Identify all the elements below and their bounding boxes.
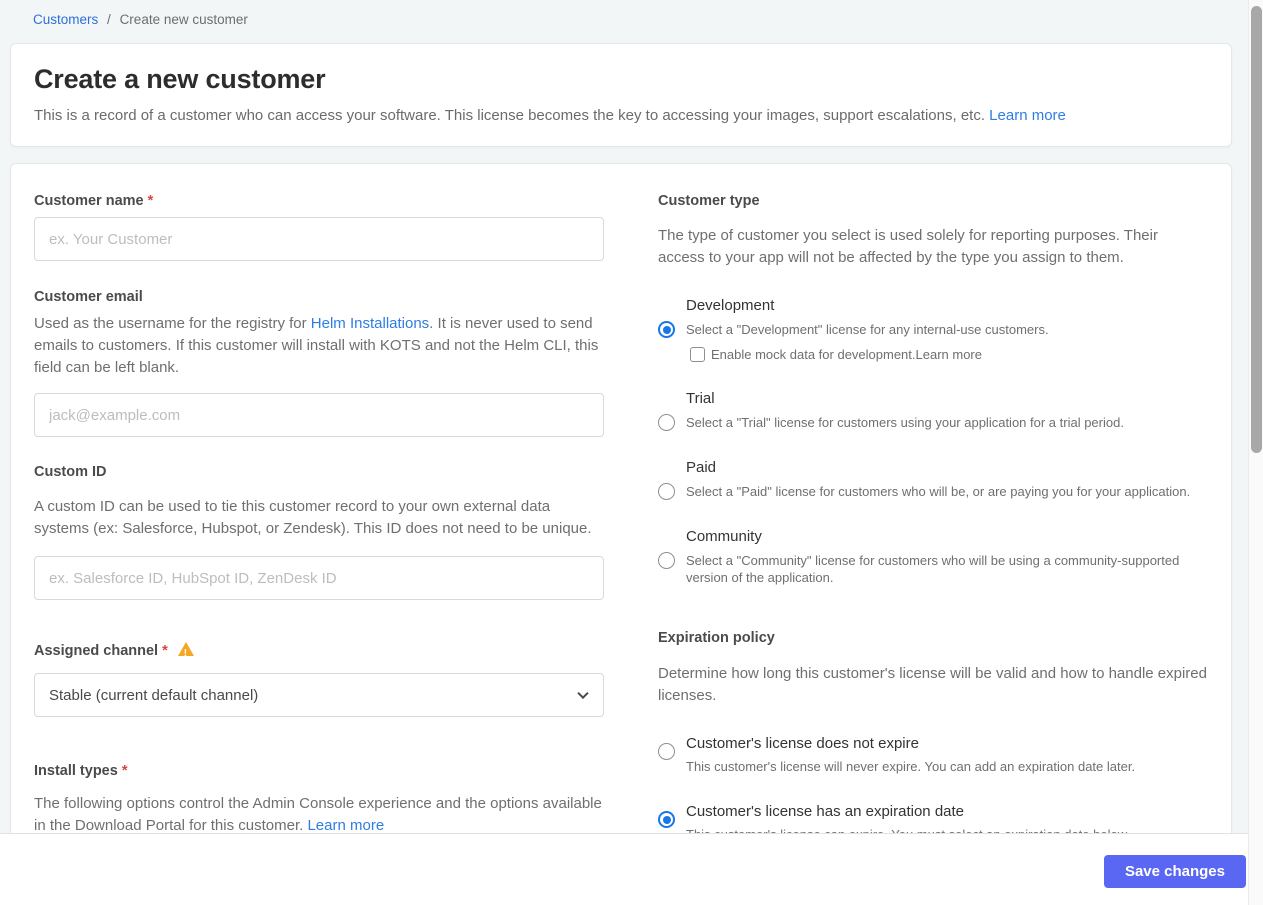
page-title: Create a new customer [34,64,326,94]
paid-radio[interactable] [658,483,675,500]
customer-type-option-paid: Paid Select a "Paid" license for custome… [658,458,1208,500]
assigned-channel-section: Assigned channel* Stable (current defaul… [34,641,604,717]
option-description: Select a "Community" license for custome… [686,553,1180,585]
required-asterisk: * [147,193,154,209]
custom-id-input[interactable] [34,556,604,600]
trial-radio[interactable] [658,414,675,431]
install-types-label-text: Install types [34,763,118,779]
option-title: Paid [686,459,717,476]
custom-id-section: Custom ID A custom ID can be used to tie… [34,462,604,600]
option-description: This customer's license will never expir… [686,759,1136,774]
enable-mock-data-checkbox[interactable] [690,347,705,362]
customer-type-option-trial: Trial Select a "Trial" license for custo… [658,389,1208,431]
customer-email-label: Customer email [34,289,143,305]
customer-type-option-community: Community Select a "Community" license f… [658,527,1208,586]
customer-type-option-development: Development Select a "Development" licen… [658,296,1208,362]
customer-type-label: Customer type [658,193,760,209]
customer-name-label: Customer name * [34,191,604,211]
customer-name-label-text: Customer name [34,193,144,209]
page-header-card: Create a new customer This is a record o… [10,43,1232,147]
page-description-text: This is a record of a customer who can a… [34,107,985,124]
warning-icon [177,642,194,664]
page-description: This is a record of a customer who can a… [34,106,1208,126]
helm-installations-link[interactable]: Helm Installations [311,315,429,332]
custom-id-description: A custom ID can be used to tie this cust… [34,498,592,537]
option-title: Development [686,297,775,314]
community-radio[interactable] [658,552,675,569]
option-title: Community [686,528,762,545]
footer-bar: Save changes [0,833,1263,905]
custom-id-label: Custom ID [34,464,107,480]
assigned-channel-label: Assigned channel * [34,641,604,664]
install-types-section: Install types * The following options con… [34,761,604,837]
mock-data-learn-more-link[interactable]: Learn more [916,347,982,362]
expiration-policy-description: Determine how long this customer's licen… [658,665,1207,704]
customer-type-section: Customer type The type of customer you s… [658,191,1208,586]
scrollbar-thumb[interactable] [1251,6,1262,453]
development-radio[interactable] [658,321,675,338]
mock-data-label: Enable mock data for development. [711,347,916,362]
option-title: Customer's license has an expiration dat… [686,803,965,820]
option-description: Select a "Paid" license for customers wh… [686,484,1191,499]
install-types-label: Install types * [34,761,604,781]
expiration-option-no-expire: Customer's license does not expire This … [658,733,1208,775]
install-types-description: The following options control the Admin … [34,793,604,837]
page-scrollbar-track[interactable] [1248,0,1263,905]
header-learn-more-link[interactable]: Learn more [989,107,1066,124]
customer-name-input[interactable] [34,217,604,261]
option-description: Select a "Trial" license for customers u… [686,415,1124,430]
customer-type-description: The type of customer you select is used … [658,227,1158,266]
option-title: Trial [686,390,715,407]
expiration-policy-label: Expiration policy [658,630,775,646]
option-description: Select a "Development" license for any i… [686,322,1049,337]
required-asterisk: * [121,763,128,779]
breadcrumb-current: Create new customer [119,12,248,27]
mock-data-row: Enable mock data for development. Learn … [690,347,1208,362]
install-types-learn-more-link[interactable]: Learn more [307,817,384,834]
assigned-channel-label-text: Assigned channel [34,643,159,659]
breadcrumb-customers-link[interactable]: Customers [33,12,98,27]
customer-name-section: Customer name * [34,191,604,261]
license-has-expiration-radio[interactable] [658,811,675,828]
required-asterisk: * [162,643,168,659]
breadcrumb-separator: / [107,12,111,27]
customer-email-description: Used as the username for the registry fo… [34,313,604,379]
save-changes-button[interactable]: Save changes [1103,855,1246,888]
license-does-not-expire-radio[interactable] [658,743,675,760]
breadcrumb: Customers / Create new customer [0,0,1263,43]
form-right-column: Customer type The type of customer you s… [658,191,1208,843]
customer-email-section: Customer email Used as the username for … [34,287,604,437]
customer-email-input[interactable] [34,393,604,437]
email-desc-before: Used as the username for the registry fo… [34,315,311,332]
customer-form-card: Customer name* Customer email Used as th… [10,163,1232,863]
form-left-column: Customer name* Customer email Used as th… [34,191,604,843]
assigned-channel-select[interactable]: Stable (current default channel) [34,673,604,717]
expiration-policy-section: Expiration policy Determine how long thi… [658,628,1208,843]
option-title: Customer's license does not expire [686,735,919,752]
